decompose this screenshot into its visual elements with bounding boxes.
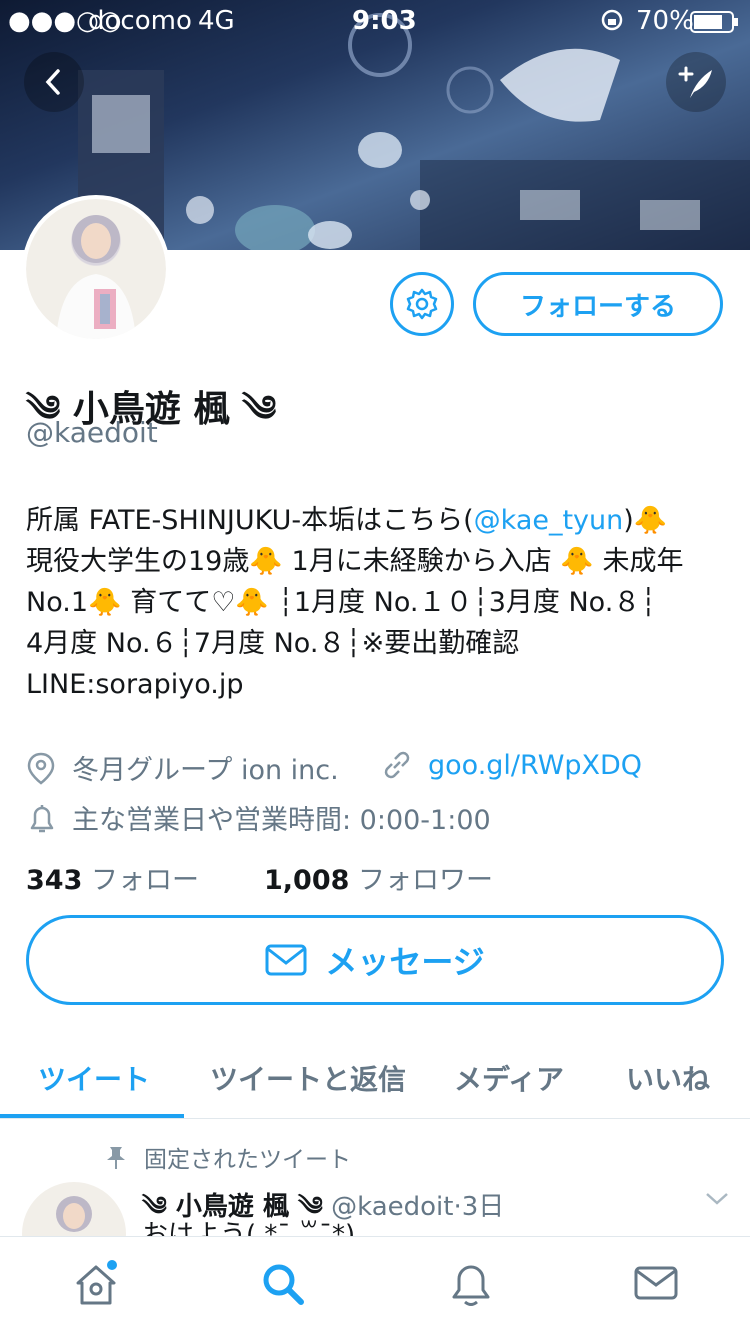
business-hours-text: 主な営業日や営業時間: 0:00-1:00 <box>72 805 491 836</box>
compose-tweet-button[interactable] <box>666 52 726 112</box>
home-tab[interactable] <box>72 1259 122 1309</box>
location-text: 冬月グループ ion inc. <box>72 755 339 786</box>
time-separator: · <box>453 1192 462 1222</box>
bio-text: 所属 FATE-SHINJUKU-本垢はこちら( <box>26 505 474 536</box>
battery-percent: 70% <box>636 6 694 36</box>
followers-stat[interactable]: 1,008 フォロワー <box>264 858 493 897</box>
network-type: 4G <box>198 6 235 36</box>
bio-line: 4月度 No.６┆7月度 No.８┆※要出勤確認 <box>26 628 520 659</box>
followers-label: フォロワー <box>358 865 493 896</box>
pinned-tweet-header: 固定されたツイート <box>104 1140 351 1174</box>
message-button[interactable]: メッセージ <box>26 915 724 1005</box>
home-icon <box>76 1260 117 1305</box>
envelope-icon <box>265 944 307 976</box>
tab-media[interactable]: メディア <box>454 1058 564 1098</box>
battery-icon <box>690 10 740 40</box>
following-count: 343 <box>26 865 83 896</box>
followers-count: 1,008 <box>264 865 350 896</box>
tab-tweets[interactable]: ツイート <box>38 1058 150 1098</box>
active-tab-indicator <box>0 1114 184 1118</box>
gear-icon <box>406 288 438 320</box>
chevron-left-icon <box>45 69 60 95</box>
message-label: メッセージ <box>325 943 485 981</box>
profile-tabs: ツイート ツイートと返信 メディア いいね <box>0 1040 750 1119</box>
status-bar: ●●●○○ docomo 4G 9:03 70% <box>0 0 750 40</box>
search-tab[interactable] <box>258 1259 308 1309</box>
rotation-lock-icon <box>600 6 624 39</box>
clock: 9:03 <box>352 6 417 36</box>
location-pin-icon <box>27 752 55 785</box>
following-stat[interactable]: 343 フォロー <box>26 858 199 897</box>
bio-line: 所属 FATE-SHINJUKU-本垢はこちら(@kae_tyun)🐥 <box>26 500 726 541</box>
follow-button[interactable]: フォローする <box>473 272 723 336</box>
profile-settings-button[interactable] <box>390 272 454 336</box>
business-hours-row: 主な営業日や営業時間: 0:00-1:00 <box>26 798 491 837</box>
notifications-icon <box>452 1265 490 1306</box>
tweet-options-button[interactable] <box>704 1188 730 1212</box>
location-row: 冬月グループ ion inc. <box>26 748 339 787</box>
website-row[interactable]: goo.gl/RWpXDQ <box>380 748 642 782</box>
pin-icon <box>107 1147 125 1169</box>
search-icon <box>263 1264 304 1305</box>
bio-text: )🐥 <box>623 505 668 536</box>
tab-tweets-and-replies[interactable]: ツイートと返信 <box>210 1058 406 1098</box>
profile-avatar[interactable] <box>22 195 170 343</box>
compose-feather-icon <box>678 66 712 98</box>
avatar-image <box>26 199 166 339</box>
back-button[interactable] <box>24 52 84 112</box>
link-icon <box>384 751 410 779</box>
chevron-down-icon <box>706 1193 728 1205</box>
pinned-label: 固定されたツイート <box>144 1147 351 1173</box>
following-label: フォロー <box>90 865 199 896</box>
bottom-tab-bar <box>0 1236 750 1335</box>
messages-icon <box>634 1266 678 1300</box>
bio-line: No.1🐥 育てて♡🐥 ┆1月度 No.１０┆3月度 No.８┆ <box>26 587 657 618</box>
profile-handle: @kaedoit <box>26 416 158 449</box>
carrier-name: docomo <box>88 6 192 36</box>
notifications-tab[interactable] <box>446 1259 496 1309</box>
bell-icon <box>30 804 54 832</box>
tweet-time: 3日 <box>461 1192 505 1222</box>
website-link[interactable]: goo.gl/RWpXDQ <box>428 750 642 781</box>
profile-bio: 所属 FATE-SHINJUKU-本垢はこちら(@kae_tyun)🐥 現役大学… <box>26 500 726 705</box>
bio-mention-link[interactable]: @kae_tyun <box>474 505 624 536</box>
bio-line: LINE:sorapiyo.jp <box>26 669 244 700</box>
tab-likes[interactable]: いいね <box>626 1058 710 1098</box>
messages-tab[interactable] <box>632 1259 682 1309</box>
bio-line: 現役大学生の19歳🐥 1月に未経験から入店 🐥 未成年 <box>26 546 684 577</box>
